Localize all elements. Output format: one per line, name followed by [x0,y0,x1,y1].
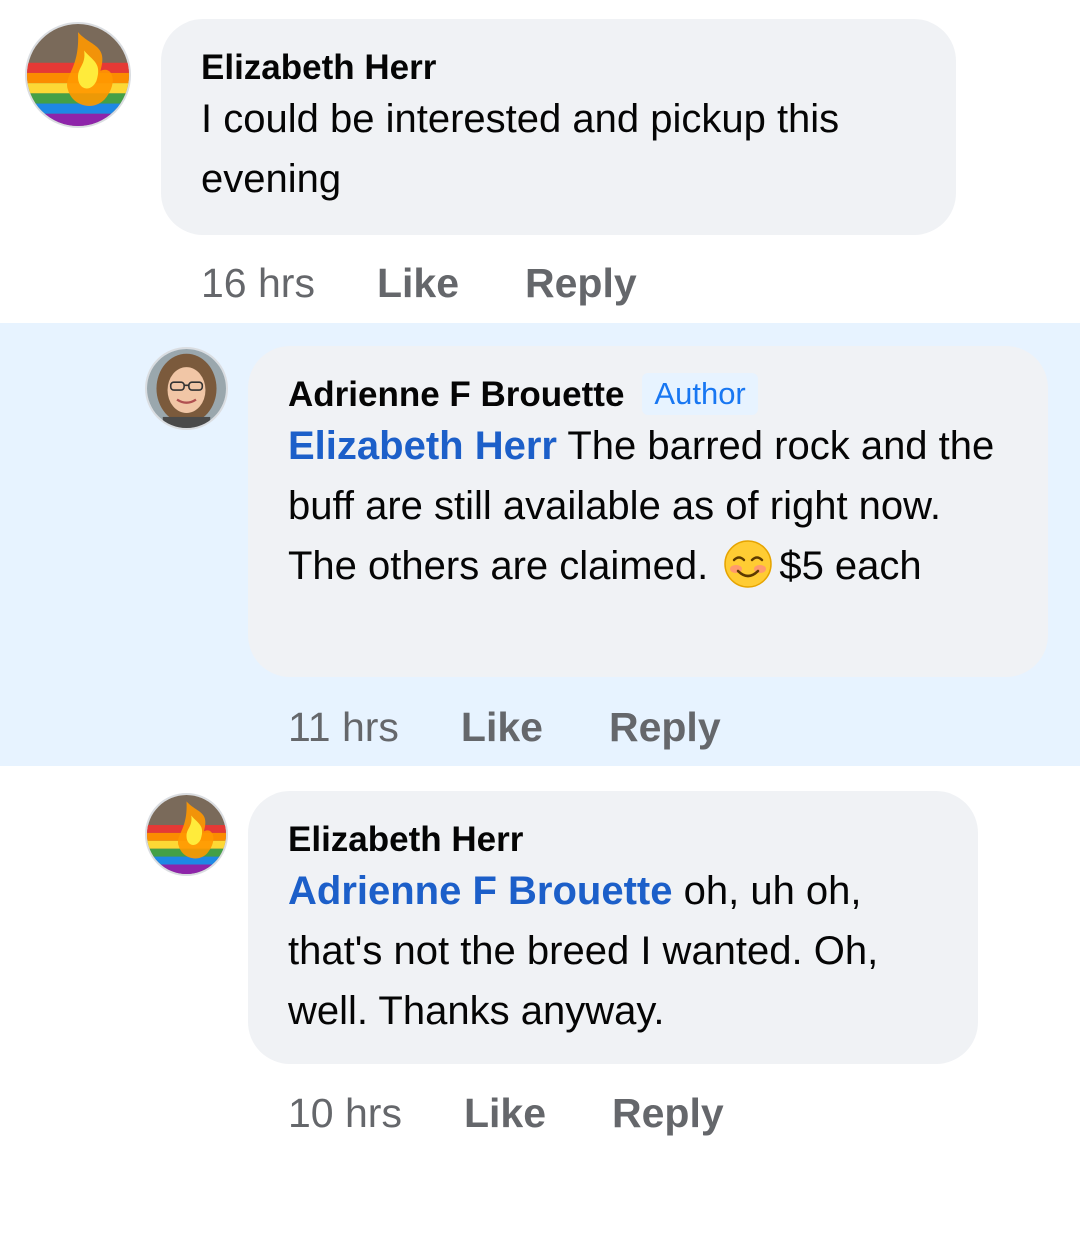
like-button[interactable]: Like [377,258,459,308]
rainbow-flag-fire-avatar-image [27,24,129,126]
woman-portrait-avatar-image [147,349,226,428]
comment-actions: 16 hrs Like Reply [201,258,637,308]
comment-text: I could be interested and pickup this ev… [201,97,840,201]
author-badge: Author [642,373,758,415]
comment-timestamp[interactable]: 10 hrs [288,1088,402,1138]
comment-text-part-2: $5 each [779,544,922,588]
like-button[interactable]: Like [464,1088,546,1138]
reply-button[interactable]: Reply [525,258,637,308]
mention-link[interactable]: Adrienne F Brouette [288,869,672,913]
comment-bubble: Adrienne F Brouette Author Elizabeth Herr… [248,346,1048,677]
comment-timestamp[interactable]: 16 hrs [201,258,315,308]
comment-text: Elizabeth Herr The barred rock and the b… [288,416,1010,596]
rainbow-flag-fire-avatar-image [147,795,226,874]
mention-link[interactable]: Elizabeth Herr [288,424,557,468]
comment-author-name[interactable]: Elizabeth Herr [201,45,918,91]
comment-author-name[interactable]: Elizabeth Herr [288,817,940,863]
comment-actions: 11 hrs Like Reply [288,702,721,752]
comment-actions: 10 hrs Like Reply [288,1088,724,1138]
comment-bubble: Elizabeth Herr Adrienne F Brouette oh, u… [248,791,978,1064]
avatar-adrienne-f-brouette[interactable] [145,347,228,430]
avatar-elizabeth-herr[interactable] [25,22,131,128]
reply-button[interactable]: Reply [612,1088,724,1138]
comment-author-name: Adrienne F Brouette Author [288,372,1010,418]
comment-timestamp[interactable]: 11 hrs [288,702,399,752]
reply-button[interactable]: Reply [609,702,721,752]
smiling-face-with-blush-emoji [723,539,773,589]
like-button[interactable]: Like [461,702,543,752]
author-name-link[interactable]: Adrienne F Brouette [288,375,624,414]
comment-text: Adrienne F Brouette oh, uh oh, that's no… [288,861,948,1041]
avatar-elizabeth-herr[interactable] [145,793,228,876]
comment-bubble: Elizabeth Herr I could be interested and… [161,19,956,235]
